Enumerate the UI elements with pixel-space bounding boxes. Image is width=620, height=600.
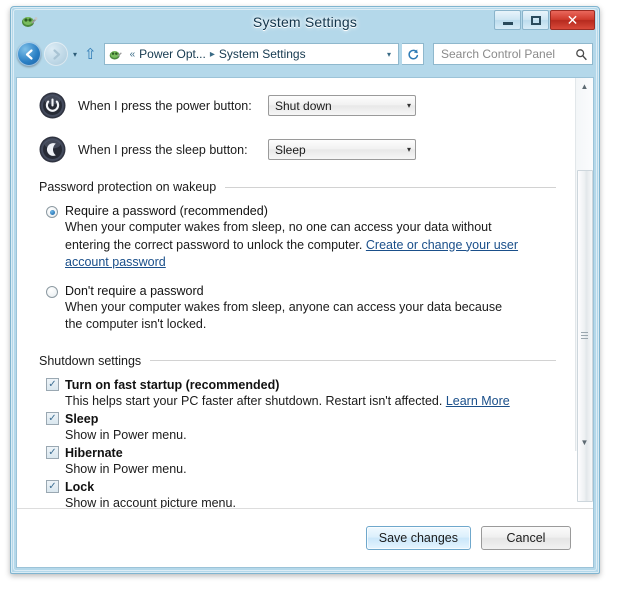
checkbox-sleep-description: Show in Power menu. <box>65 427 187 442</box>
breadcrumb-power-icon <box>108 47 123 62</box>
forward-button[interactable] <box>44 42 68 66</box>
radio-no-password-label: Don't require a password <box>65 283 204 298</box>
radio-option-require-password[interactable]: Require a password (recommended) When yo… <box>39 204 556 272</box>
checkbox-hibernate[interactable]: ✓ <box>46 446 59 460</box>
scroll-area: When I press the power button: Shut down… <box>17 78 593 510</box>
minimize-button[interactable] <box>494 10 521 30</box>
power-options-icon <box>20 12 38 30</box>
vertical-scrollbar[interactable]: ▲ ▼ <box>575 78 593 502</box>
close-icon: ✕ <box>566 12 579 28</box>
save-changes-button[interactable]: Save changes <box>365 526 471 550</box>
checkbox-sleep[interactable]: ✓ <box>46 412 59 426</box>
navigation-toolbar: ▾ ⇧ « Power Opt... ▸ System Settings ▾ S… <box>17 37 593 71</box>
breadcrumb-overflow[interactable]: « <box>126 49 140 60</box>
radio-no-password[interactable] <box>46 285 58 298</box>
search-icon <box>576 48 587 60</box>
close-button[interactable]: ✕ <box>550 10 595 30</box>
checkbox-item-sleep[interactable]: ✓ Sleep Show in Power menu. <box>39 412 556 444</box>
chevron-down-icon[interactable]: ▾ <box>382 50 396 59</box>
checkbox-hibernate-description: Show in Power menu. <box>65 461 187 476</box>
scrollbar-grip-icon <box>581 332 588 340</box>
up-arrow-icon[interactable]: ⇧ <box>82 47 101 62</box>
checkbox-fast-startup[interactable]: ✓ <box>46 378 59 391</box>
refresh-button[interactable] <box>402 43 424 65</box>
group-divider <box>150 360 556 361</box>
chevron-down-icon: ▾ <box>406 145 411 154</box>
checkbox-lock[interactable]: ✓ <box>46 480 59 494</box>
checkbox-item-hibernate[interactable]: ✓ Hibernate Show in Power menu. <box>39 446 556 478</box>
history-dropdown-icon[interactable]: ▾ <box>71 50 79 59</box>
breadcrumb-separator: ▸ <box>209 48 215 60</box>
shutdown-group-title: Shutdown settings <box>39 353 142 368</box>
radio-require-password[interactable] <box>46 206 58 218</box>
address-bar[interactable]: « Power Opt... ▸ System Settings ▾ <box>103 43 399 65</box>
checkbox-fast-startup-description: This helps start your PC faster after sh… <box>65 392 556 410</box>
power-button-action-value: Shut down <box>275 98 332 113</box>
breadcrumb-current[interactable]: System Settings <box>219 47 306 61</box>
maximize-button[interactable] <box>522 10 549 30</box>
shutdown-settings-group: Shutdown settings ✓ Turn on fast startup… <box>39 354 556 513</box>
checkbox-lock-label: Lock <box>65 479 95 494</box>
radio-option-no-password[interactable]: Don't require a password When your compu… <box>39 284 556 334</box>
sleep-button-action-value: Sleep <box>275 142 306 157</box>
search-input[interactable]: Search Control Panel <box>433 43 593 65</box>
back-arrow-icon <box>25 48 33 60</box>
power-button-row: When I press the power button: Shut down… <box>39 92 556 119</box>
power-button-label: When I press the power button: <box>78 98 252 113</box>
breadcrumb-parent[interactable]: Power Opt... <box>139 47 206 61</box>
fast-startup-desc-text: This helps start your PC faster after sh… <box>65 393 443 408</box>
password-protection-group: Password protection on wakeup Require a … <box>39 180 556 334</box>
checkbox-fast-startup-label: Turn on fast startup (recommended) <box>65 377 280 392</box>
sleep-moon-icon <box>39 136 66 163</box>
settings-content: When I press the power button: Shut down… <box>17 78 576 510</box>
scroll-down-arrow-icon[interactable]: ▼ <box>576 434 593 451</box>
forward-arrow-icon <box>52 48 60 60</box>
maximize-icon <box>530 15 541 25</box>
checkbox-item-fast-startup[interactable]: ✓ Turn on fast startup (recommended) Thi… <box>39 378 556 410</box>
title-bar: System Settings ✕ <box>11 7 599 37</box>
scrollbar-thumb[interactable] <box>577 170 593 502</box>
client-area: When I press the power button: Shut down… <box>16 77 594 568</box>
sleep-button-label: When I press the sleep button: <box>78 142 248 157</box>
radio-require-password-description: When your computer wakes from sleep, no … <box>65 219 535 272</box>
shutdown-group-header: Shutdown settings <box>39 354 556 368</box>
search-placeholder: Search Control Panel <box>441 47 556 61</box>
dialog-footer: Save changes Cancel <box>17 508 593 567</box>
learn-more-link[interactable]: Learn More <box>446 394 510 408</box>
refresh-icon <box>407 49 418 60</box>
back-button[interactable] <box>17 42 41 66</box>
radio-require-password-label: Require a password (recommended) <box>65 204 268 218</box>
system-settings-window: System Settings ✕ ▾ ⇧ « Power Opt... ▸ S… <box>10 6 600 574</box>
minimize-icon <box>502 21 513 25</box>
power-button-action-select[interactable]: Shut down ▾ <box>268 95 416 116</box>
scroll-up-arrow-icon[interactable]: ▲ <box>576 78 593 95</box>
checkbox-hibernate-label: Hibernate <box>65 445 123 460</box>
sleep-button-row: When I press the sleep button: Sleep ▾ <box>39 136 556 163</box>
radio-no-password-description: When your computer wakes from sleep, any… <box>65 299 503 332</box>
window-controls: ✕ <box>494 10 595 30</box>
cancel-button[interactable]: Cancel <box>481 526 571 550</box>
password-group-title: Password protection on wakeup <box>39 180 217 194</box>
group-divider <box>225 186 556 188</box>
password-group-header: Password protection on wakeup <box>39 180 556 194</box>
checkbox-sleep-label: Sleep <box>65 411 99 426</box>
sleep-button-action-select[interactable]: Sleep ▾ <box>268 139 416 160</box>
chevron-down-icon: ▾ <box>406 101 411 110</box>
screenshot-root: System Settings ✕ ▾ ⇧ « Power Opt... ▸ S… <box>0 0 620 600</box>
power-button-icon <box>39 92 66 119</box>
